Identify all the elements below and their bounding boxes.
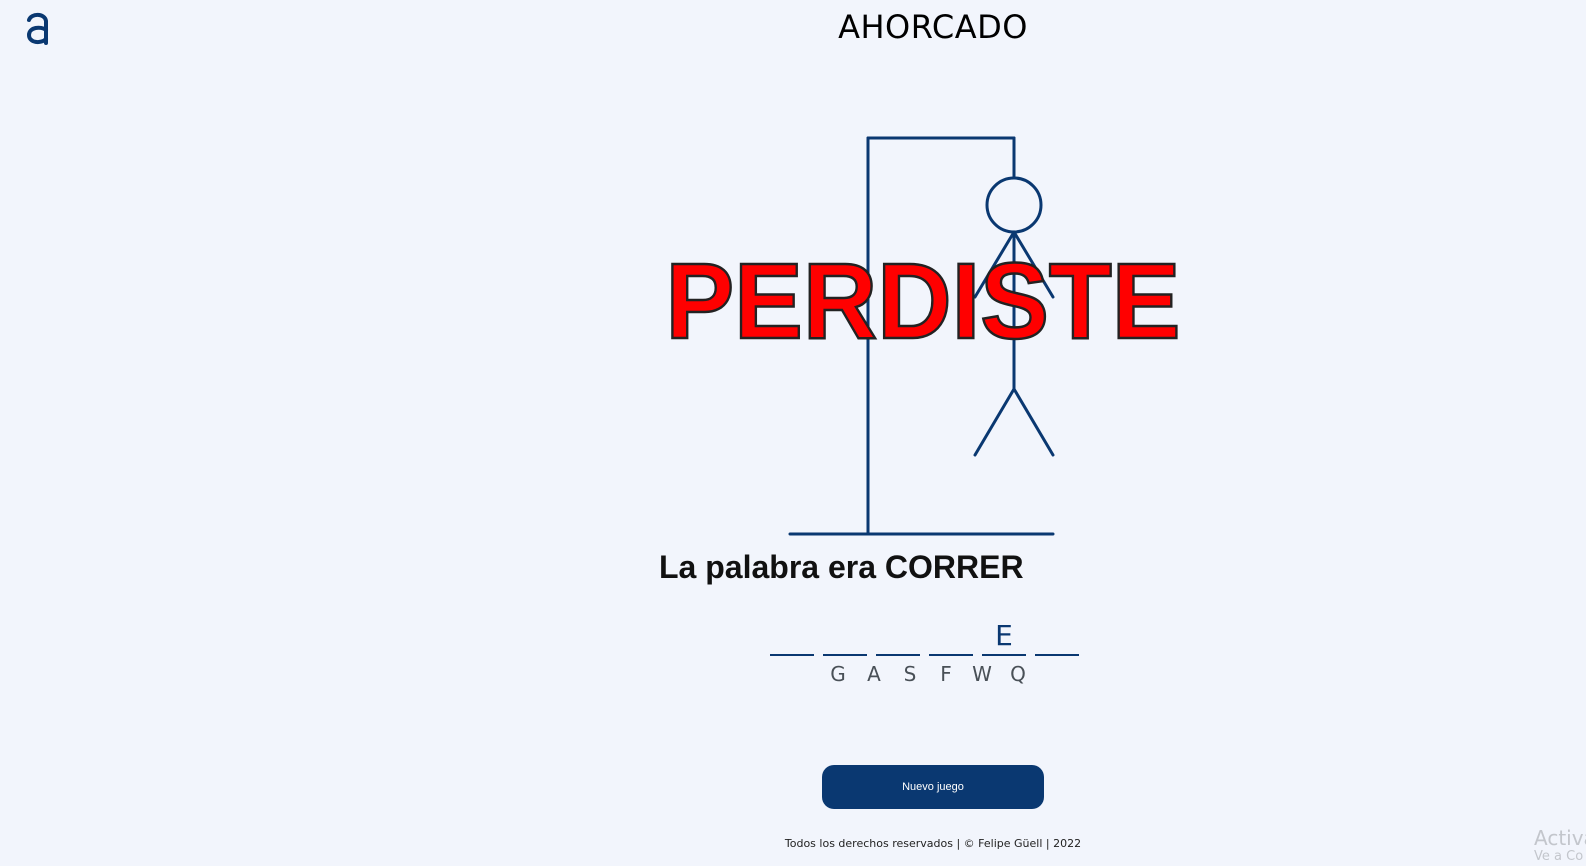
- wrong-letter: G: [830, 662, 846, 686]
- activation-watermark: Activa Ve a Co: [1534, 827, 1586, 865]
- letter-slot: [770, 614, 814, 656]
- hangman-head: [985, 176, 1043, 234]
- letter-slot: [1035, 614, 1079, 656]
- wrong-letter: A: [867, 662, 881, 686]
- word-reveal-message: La palabra era CORRER: [659, 549, 1024, 585]
- watermark-subline: Ve a Co: [1534, 849, 1584, 864]
- hangman-left-leg: [973, 387, 1016, 457]
- hangman-right-leg: [1012, 387, 1055, 457]
- new-game-button[interactable]: Nuevo juego: [822, 765, 1044, 809]
- letter-slot: E: [982, 614, 1026, 656]
- wrong-letter: W: [972, 662, 992, 686]
- letter-slot: [823, 614, 867, 656]
- game-over-text: PERDISTE: [666, 240, 1181, 358]
- letter-slot: [876, 614, 920, 656]
- wrong-letter: Q: [1010, 662, 1026, 686]
- watermark-line: Activa: [1534, 826, 1586, 850]
- page-title: AHORCADO: [838, 8, 1028, 46]
- letter-slot: [929, 614, 973, 656]
- wrong-letters: G A S F W Q: [820, 660, 1036, 688]
- game-over-banner: PERDISTE: [664, 239, 1182, 358]
- wrong-letter: S: [903, 662, 917, 686]
- footer-copyright: Todos los derechos reservados | © Felipe…: [784, 837, 1082, 850]
- wrong-letter: F: [940, 662, 952, 686]
